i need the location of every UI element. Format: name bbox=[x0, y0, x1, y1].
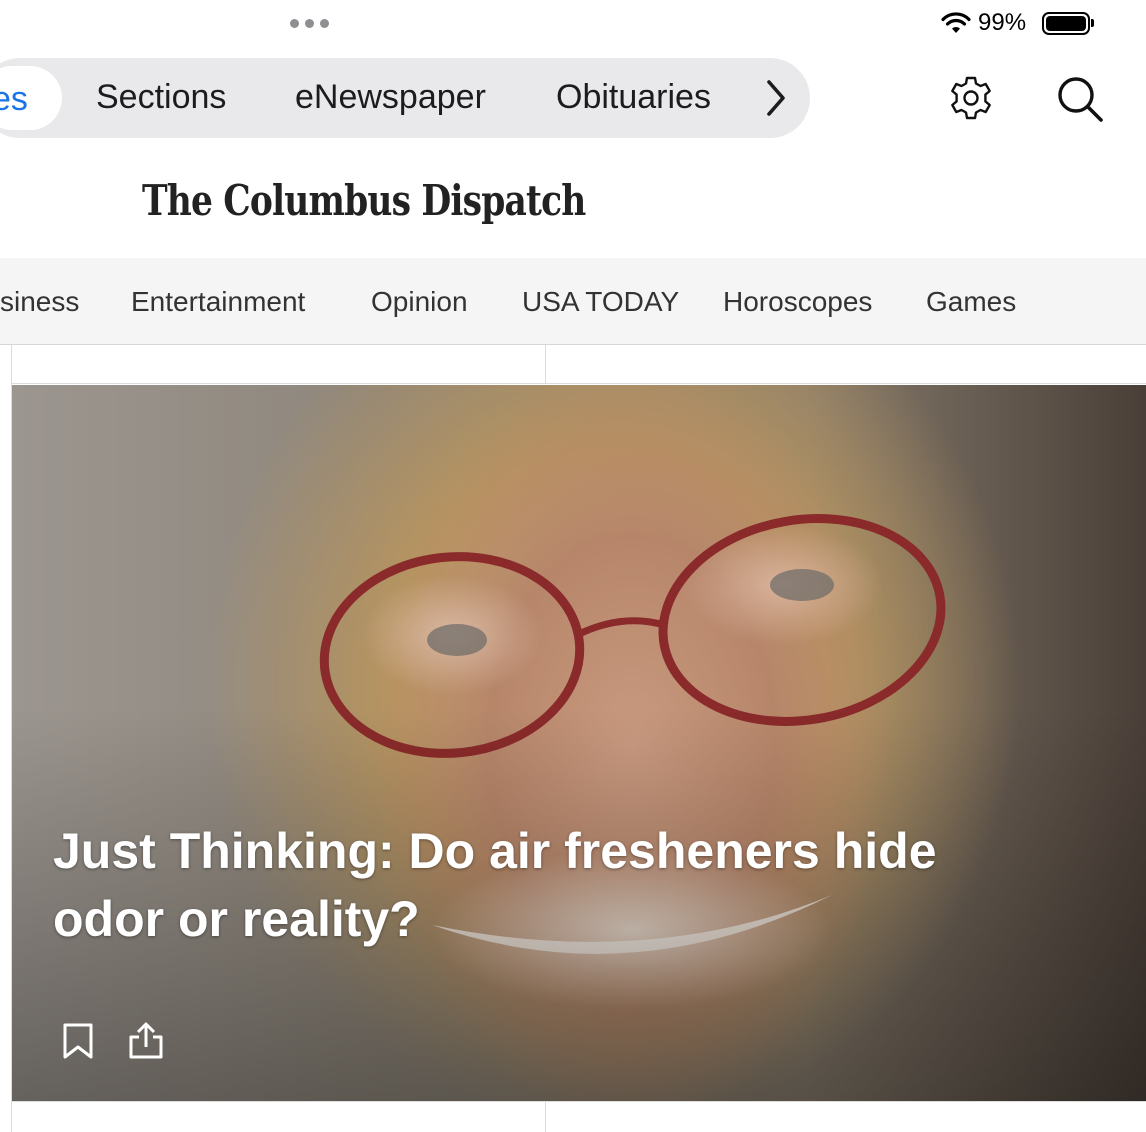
battery-percent: 99% bbox=[978, 9, 1027, 36]
section-item-entertainment[interactable]: Entertainment bbox=[131, 286, 305, 318]
share-icon[interactable] bbox=[128, 1021, 164, 1059]
gear-icon[interactable] bbox=[948, 75, 994, 121]
grid-divider bbox=[11, 1101, 1146, 1102]
grid-divider bbox=[11, 383, 1146, 384]
wifi-icon bbox=[941, 12, 971, 33]
multitask-dots-icon[interactable] bbox=[290, 19, 329, 28]
section-item-games[interactable]: Games bbox=[926, 286, 1016, 318]
bookmark-icon[interactable] bbox=[62, 1023, 94, 1059]
section-item-horoscopes[interactable]: Horoscopes bbox=[723, 286, 872, 318]
publication-logo[interactable]: The Columbus Dispatch bbox=[142, 176, 586, 225]
status-bar: 99% bbox=[0, 0, 1146, 48]
grid-divider bbox=[545, 345, 546, 383]
section-nav: siness Entertainment Opinion USA TODAY H… bbox=[0, 258, 1146, 345]
battery-icon bbox=[1042, 12, 1090, 35]
hero-gradient-overlay bbox=[12, 385, 1146, 1101]
grid-divider bbox=[545, 1102, 546, 1132]
tab-active-label: es bbox=[0, 80, 28, 118]
search-icon[interactable] bbox=[1056, 75, 1104, 123]
section-item-opinion[interactable]: Opinion bbox=[371, 286, 468, 318]
top-nav-pill: es Sections eNewspaper Obituaries bbox=[0, 58, 810, 138]
masthead: The Columbus Dispatch bbox=[0, 140, 1146, 258]
section-item-business[interactable]: siness bbox=[0, 286, 79, 318]
tab-enewspaper[interactable]: eNewspaper bbox=[295, 78, 486, 117]
battery-cap bbox=[1091, 19, 1094, 27]
tab-sections[interactable]: Sections bbox=[96, 78, 226, 117]
section-item-usa-today[interactable]: USA TODAY bbox=[522, 286, 679, 318]
tab-obituaries[interactable]: Obituaries bbox=[556, 78, 711, 117]
chevron-right-icon[interactable] bbox=[764, 78, 788, 118]
hero-story-card[interactable]: Just Thinking: Do air fresheners hide od… bbox=[12, 385, 1146, 1101]
hero-headline[interactable]: Just Thinking: Do air fresheners hide od… bbox=[53, 817, 953, 953]
tab-active[interactable]: es bbox=[0, 66, 62, 130]
